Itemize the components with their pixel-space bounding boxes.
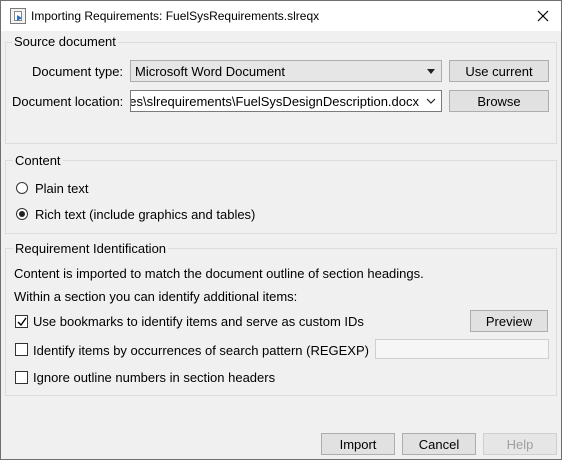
regexp-label[interactable]: Identify items by occurrences of search … <box>33 343 369 358</box>
rich-text-label[interactable]: Rich text (include graphics and tables) <box>35 207 255 222</box>
document-type-label: Document type: <box>32 64 124 79</box>
ignore-outline-checkbox[interactable] <box>15 371 28 384</box>
import-requirements-dialog: Importing Requirements: FuelSysRequireme… <box>0 0 562 460</box>
requirement-identification-title: Requirement Identification <box>13 241 169 256</box>
plain-text-radio[interactable] <box>16 182 28 194</box>
import-button[interactable]: Import <box>321 433 395 455</box>
cancel-button[interactable]: Cancel <box>402 433 476 455</box>
import-app-icon <box>10 8 26 24</box>
regexp-checkbox[interactable] <box>15 343 28 356</box>
checkmark-icon <box>17 317 27 327</box>
identification-description-2: Within a section you can identify additi… <box>14 289 298 304</box>
ignore-outline-label[interactable]: Ignore outline numbers in section header… <box>33 370 275 385</box>
window-title: Importing Requirements: FuelSysRequireme… <box>31 9 320 23</box>
document-location-label: Document location: <box>12 94 124 109</box>
close-icon <box>537 10 549 22</box>
document-location-value: les\slrequirements\FuelSysDesignDescript… <box>130 94 419 109</box>
close-button[interactable] <box>529 5 557 27</box>
content-group <box>5 160 557 234</box>
source-document-title: Source document <box>12 34 118 49</box>
bookmarks-label[interactable]: Use bookmarks to identify items and serv… <box>33 314 364 329</box>
rich-text-radio[interactable] <box>16 208 28 220</box>
help-button[interactable]: Help <box>483 433 557 455</box>
preview-button[interactable]: Preview <box>470 310 548 332</box>
document-location-input[interactable]: les\slrequirements\FuelSysDesignDescript… <box>130 90 442 112</box>
regexp-pattern-input[interactable] <box>375 339 549 359</box>
chevron-down-icon <box>427 69 435 74</box>
browse-button[interactable]: Browse <box>449 90 549 112</box>
plain-text-label[interactable]: Plain text <box>35 181 88 196</box>
identification-description-1: Content is imported to match the documen… <box>14 266 424 281</box>
chevron-down-icon <box>426 98 436 104</box>
title-bar: Importing Requirements: FuelSysRequireme… <box>1 1 561 31</box>
content-title: Content <box>13 153 63 168</box>
use-current-button[interactable]: Use current <box>449 60 549 82</box>
bookmarks-checkbox[interactable] <box>15 315 28 328</box>
location-dropdown-button[interactable] <box>421 91 441 111</box>
document-type-value: Microsoft Word Document <box>135 64 286 79</box>
document-type-dropdown[interactable]: Microsoft Word Document <box>130 60 442 82</box>
